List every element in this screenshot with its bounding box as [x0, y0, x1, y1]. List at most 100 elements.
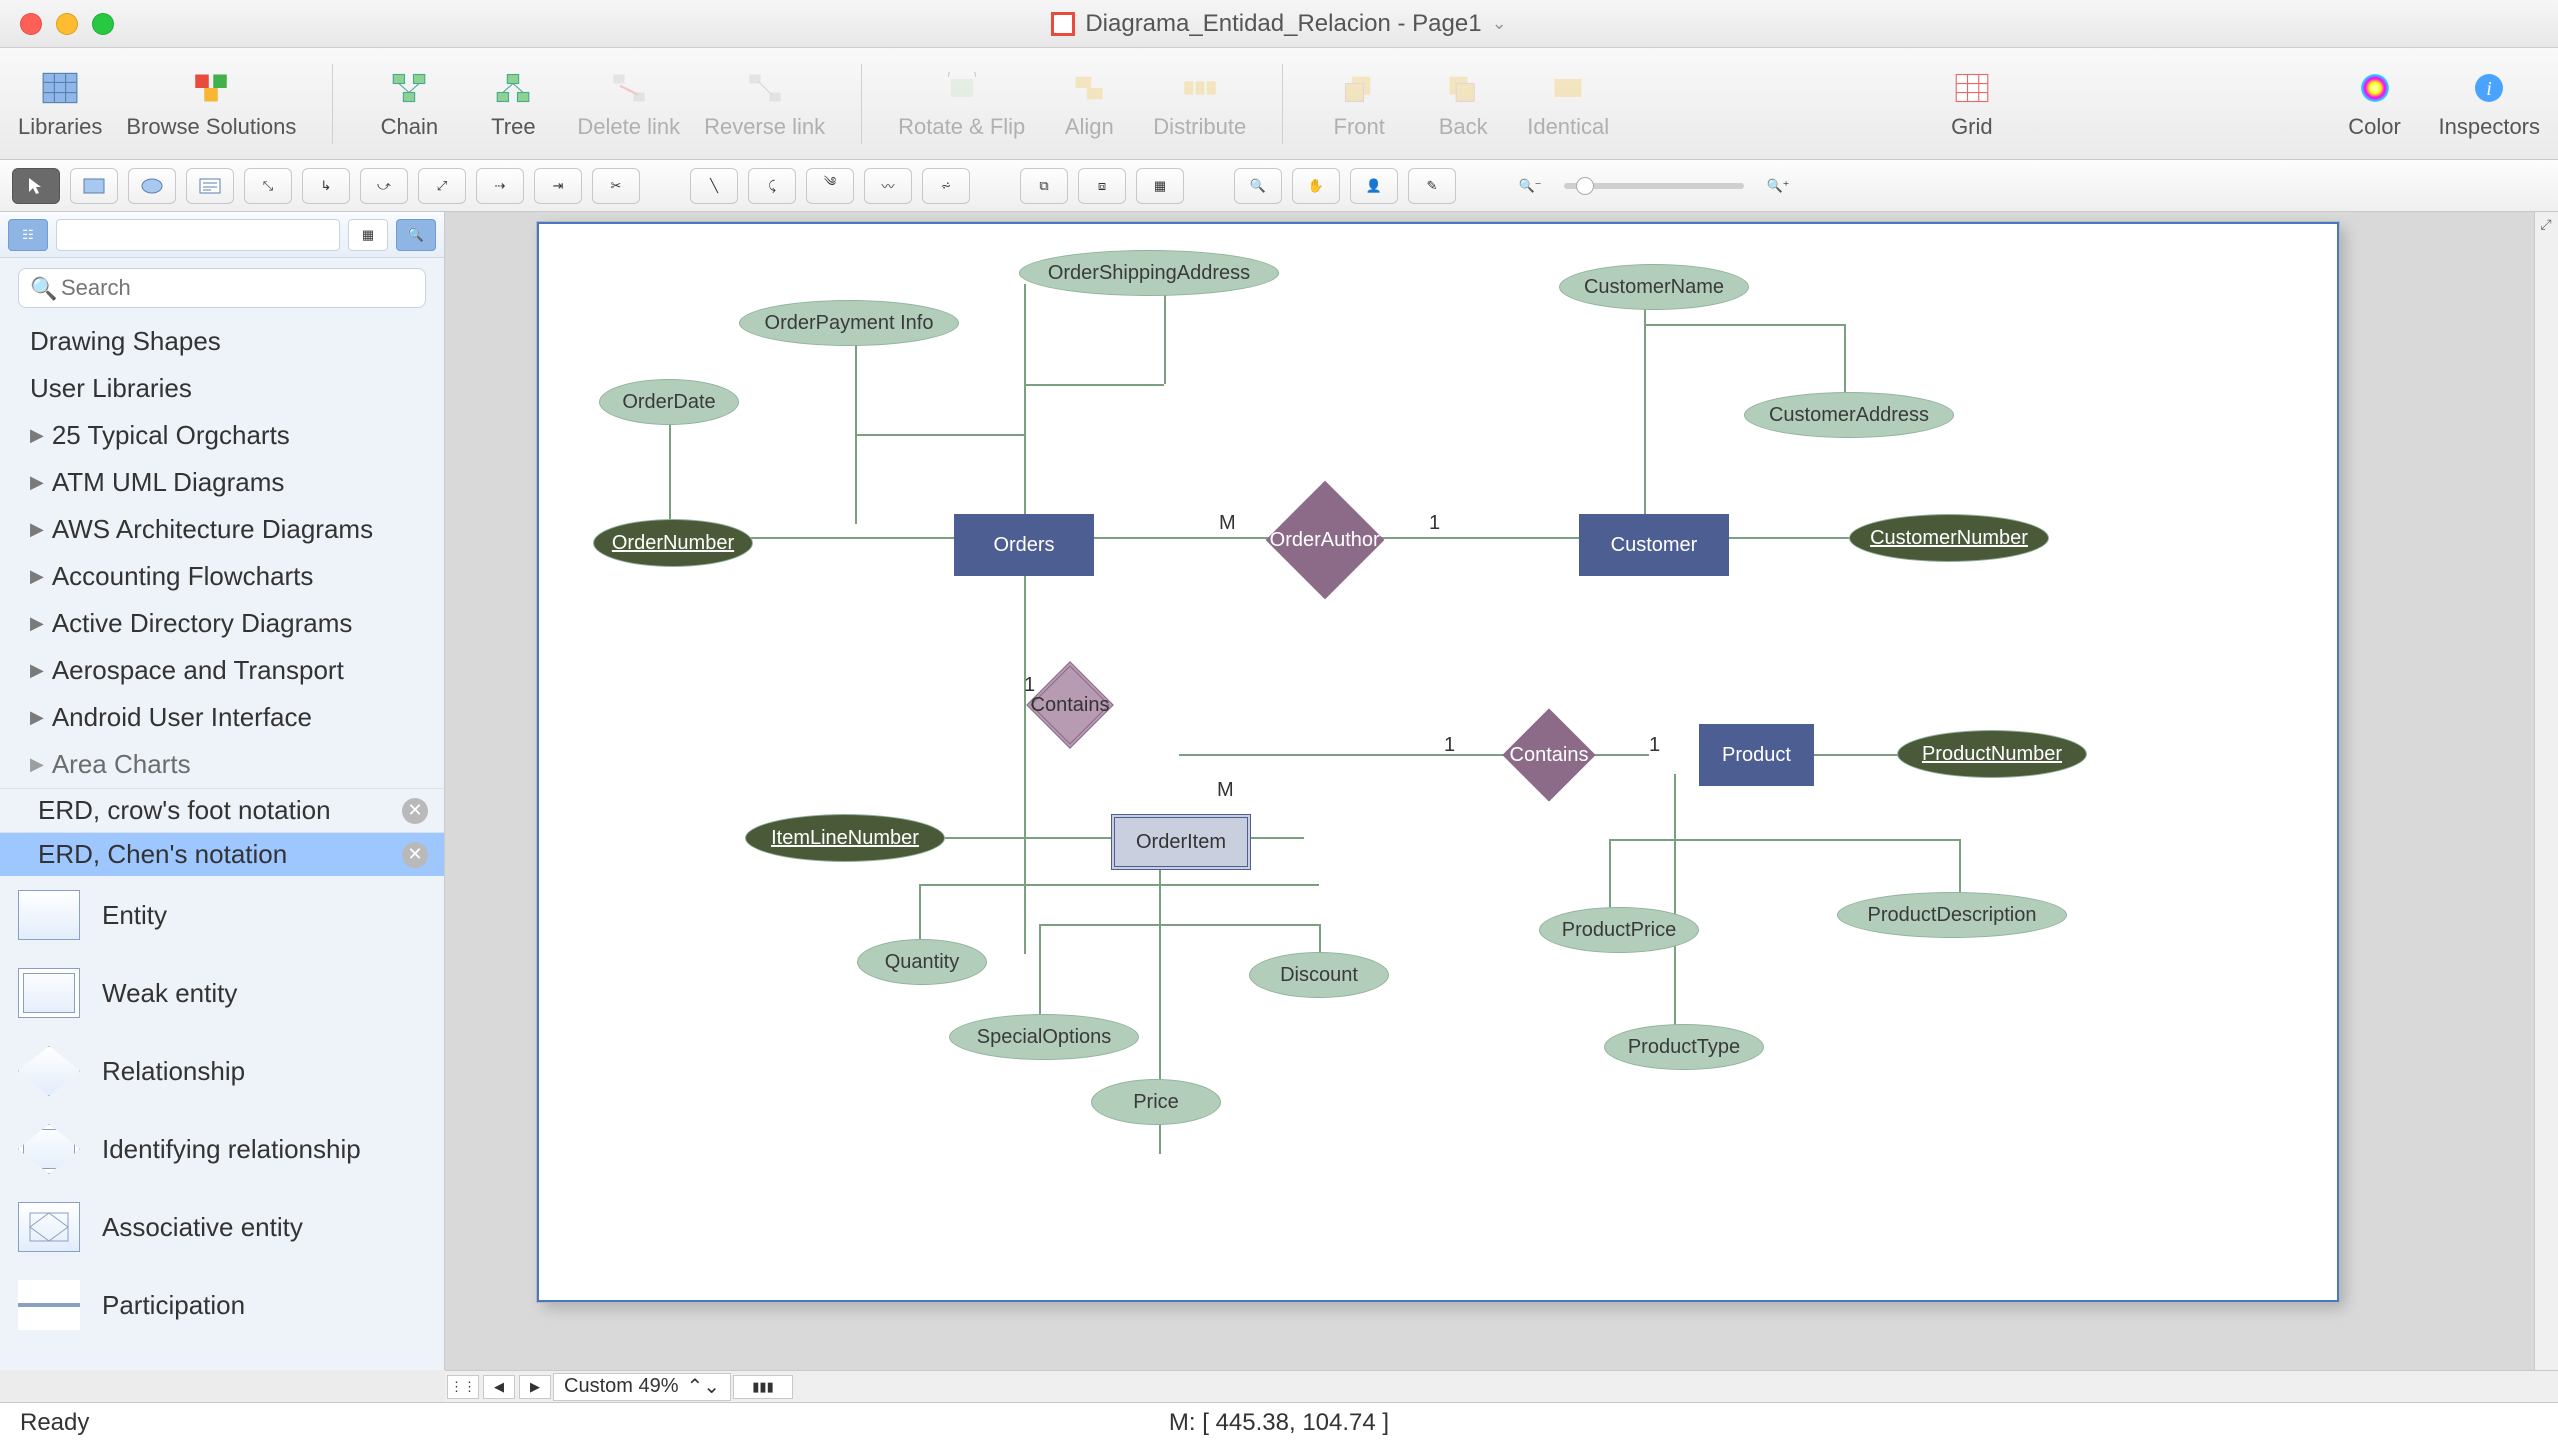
cardinality: M: [1217, 779, 1234, 802]
connector-tool-6[interactable]: ⇥: [534, 168, 582, 204]
category-item[interactable]: ▶AWS Architecture Diagrams: [0, 506, 444, 553]
attr-order-shipping[interactable]: OrderShippingAddress: [1019, 250, 1279, 296]
prev-page-button[interactable]: ◀: [483, 1375, 515, 1399]
text-tool[interactable]: [186, 168, 234, 204]
line-draw-1[interactable]: ╲: [690, 168, 738, 204]
entity-customer[interactable]: Customer: [1579, 514, 1729, 576]
browse-solutions-button[interactable]: Browse Solutions: [126, 68, 296, 140]
sidebar-search-toggle-icon[interactable]: 🔍: [396, 219, 436, 251]
rotate-flip-button: Rotate & Flip: [898, 68, 1025, 140]
category-item[interactable]: ▶Area Charts: [0, 741, 444, 788]
connector-tool-3[interactable]: ⤻: [360, 168, 408, 204]
libraries-button[interactable]: Libraries: [18, 68, 102, 140]
line-draw-2[interactable]: ⤹: [748, 168, 796, 204]
zoom-tool[interactable]: 🔍: [1234, 168, 1282, 204]
attr-product-type[interactable]: ProductType: [1604, 1024, 1764, 1070]
connector-tool-2[interactable]: ↳: [302, 168, 350, 204]
page[interactable]: M 1 1 M 1 1 Orders Customer Product Orde…: [537, 222, 2339, 1302]
shape-associative-entity[interactable]: Associative entity: [0, 1188, 444, 1266]
attr-product-description[interactable]: ProductDescription: [1837, 892, 2067, 938]
crop-tool[interactable]: ✂: [592, 168, 640, 204]
relationship-contains-1[interactable]: Contains: [1026, 661, 1114, 749]
library-tab-chen[interactable]: ERD, Chen's notation ✕: [0, 832, 444, 876]
attr-special-options[interactable]: SpecialOptions: [949, 1014, 1139, 1060]
zoom-select[interactable]: Custom 49%⌃⌄: [553, 1373, 731, 1401]
entity-orders[interactable]: Orders: [954, 514, 1094, 576]
line-draw-4[interactable]: 〰: [864, 168, 912, 204]
category-item[interactable]: ▶Accounting Flowcharts: [0, 553, 444, 600]
sidebar-grid-view-icon[interactable]: ▦: [348, 219, 388, 251]
group-tool-2[interactable]: ⧈: [1078, 168, 1126, 204]
category-item[interactable]: ▶Active Directory Diagrams: [0, 600, 444, 647]
weak-entity-orderitem[interactable]: OrderItem: [1111, 814, 1251, 870]
connector-tool-5[interactable]: ⇢: [476, 168, 524, 204]
vertical-scrollbar[interactable]: ⤢: [2534, 212, 2558, 1370]
color-button[interactable]: Color: [2335, 68, 2415, 140]
category-item[interactable]: ▶25 Typical Orgcharts: [0, 412, 444, 459]
shape-participation[interactable]: Participation: [0, 1266, 444, 1344]
pointer-tool[interactable]: [12, 168, 60, 204]
person-tool[interactable]: 👤: [1350, 168, 1398, 204]
line-draw-5[interactable]: ⩫: [922, 168, 970, 204]
attr-customer-number[interactable]: CustomerNumber: [1849, 514, 2049, 562]
zoom-slider[interactable]: [1564, 183, 1744, 189]
group-tool-1[interactable]: ⧉: [1020, 168, 1068, 204]
page-tab[interactable]: ▮▮▮: [733, 1375, 793, 1399]
category-item[interactable]: ▶Android User Interface: [0, 694, 444, 741]
inspectors-button[interactable]: i Inspectors: [2439, 68, 2541, 140]
window-title: Diagrama_Entidad_Relacion - Page1: [1085, 10, 1481, 38]
group-tool-3[interactable]: ▦: [1136, 168, 1184, 204]
main-toolbar: Libraries Browse Solutions Chain Tree De…: [0, 48, 2558, 160]
attr-quantity[interactable]: Quantity: [857, 939, 987, 985]
attr-customer-name[interactable]: CustomerName: [1559, 264, 1749, 310]
search-input[interactable]: [18, 268, 426, 308]
rect-tool[interactable]: [70, 168, 118, 204]
category-item[interactable]: Drawing Shapes: [0, 318, 444, 365]
zoom-out-button[interactable]: 🔍⁻: [1506, 168, 1554, 204]
entity-product[interactable]: Product: [1699, 724, 1814, 786]
expand-icon[interactable]: ⤢: [2536, 214, 2556, 234]
category-item[interactable]: User Libraries: [0, 365, 444, 412]
app-icon: [1051, 12, 1075, 36]
connector-tool-4[interactable]: ⤢: [418, 168, 466, 204]
attr-discount[interactable]: Discount: [1249, 952, 1389, 998]
shape-weak-entity[interactable]: Weak entity: [0, 954, 444, 1032]
attr-product-number[interactable]: ProductNumber: [1897, 730, 2087, 778]
reverse-link-button: Reverse link: [704, 68, 825, 140]
title-dropdown-icon[interactable]: ⌄: [1492, 13, 1507, 34]
shape-entity[interactable]: Entity: [0, 876, 444, 954]
chain-button[interactable]: Chain: [369, 68, 449, 140]
close-icon[interactable]: ✕: [402, 842, 428, 868]
attr-customer-address[interactable]: CustomerAddress: [1744, 392, 1954, 438]
sidebar-mode-tree-icon[interactable]: ☷: [8, 219, 48, 251]
tree-button[interactable]: Tree: [473, 68, 553, 140]
ellipse-tool[interactable]: [128, 168, 176, 204]
canvas[interactable]: ⤢: [445, 212, 2558, 1370]
attr-order-payment[interactable]: OrderPayment Info: [739, 300, 959, 346]
zoom-in-button[interactable]: 🔍⁺: [1754, 168, 1802, 204]
attr-product-price[interactable]: ProductPrice: [1539, 907, 1699, 953]
category-item[interactable]: ▶Aerospace and Transport: [0, 647, 444, 694]
pencil-tool[interactable]: ✎: [1408, 168, 1456, 204]
shape-optional-participation[interactable]: Optional participation: [0, 1344, 444, 1370]
identical-button: Identical: [1527, 68, 1609, 140]
shape-relationship[interactable]: Relationship: [0, 1032, 444, 1110]
relationship-contains-2[interactable]: Contains: [1502, 708, 1595, 801]
attr-itemline-number[interactable]: ItemLineNumber: [745, 814, 945, 862]
pane-toggle-icon[interactable]: ⋮⋮: [447, 1375, 479, 1399]
line-draw-3[interactable]: ༄: [806, 168, 854, 204]
attr-order-number[interactable]: OrderNumber: [593, 519, 753, 567]
attr-order-date[interactable]: OrderDate: [599, 379, 739, 425]
shape-identifying-relationship[interactable]: Identifying relationship: [0, 1110, 444, 1188]
attr-price[interactable]: Price: [1091, 1079, 1221, 1125]
next-page-button[interactable]: ▶: [519, 1375, 551, 1399]
sidebar-filter-select[interactable]: [56, 219, 340, 251]
hand-tool[interactable]: ✋: [1292, 168, 1340, 204]
relationship-orderauthor[interactable]: OrderAuthor: [1266, 481, 1385, 600]
titlebar: Diagrama_Entidad_Relacion - Page1 ⌄: [0, 0, 2558, 48]
library-tab-crowsfoot[interactable]: ERD, crow's foot notation ✕: [0, 788, 444, 832]
close-icon[interactable]: ✕: [402, 798, 428, 824]
connector-tool-1[interactable]: ⤡: [244, 168, 292, 204]
category-item[interactable]: ▶ATM UML Diagrams: [0, 459, 444, 506]
grid-button[interactable]: Grid: [1932, 68, 2012, 140]
